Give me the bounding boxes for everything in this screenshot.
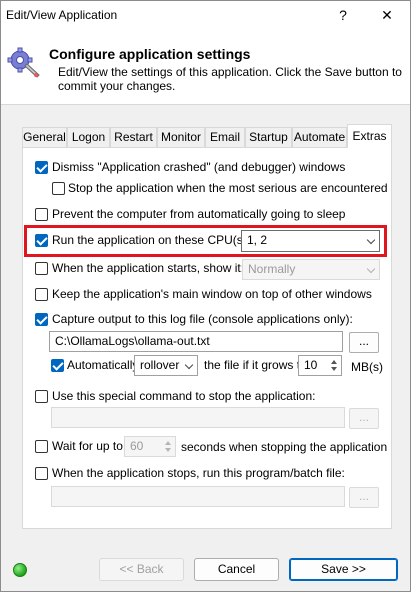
tab-monitor[interactable]: Monitor <box>157 127 205 147</box>
tab-email[interactable]: Email <box>205 127 245 147</box>
on-stop-program-browse-button[interactable]: ... <box>349 487 379 508</box>
stop-on-serious-checkbox[interactable] <box>52 182 65 195</box>
help-button[interactable]: ? <box>329 3 357 27</box>
wait-for-checkbox[interactable] <box>35 440 48 453</box>
show-on-start-checkbox[interactable] <box>35 262 48 275</box>
show-on-start-label: When the application starts, show it: <box>52 261 245 275</box>
wait-for-label: Wait for up to: <box>52 439 127 453</box>
dismiss-crashed-checkbox[interactable] <box>35 161 48 174</box>
window-title: Edit/View Application <box>6 8 118 22</box>
stop-command-label: Use this special command to stop the app… <box>52 389 316 403</box>
rotate-size-input[interactable]: 10 <box>298 355 342 376</box>
tab-automate[interactable]: Automate <box>292 127 347 147</box>
close-button[interactable]: ✕ <box>373 3 401 27</box>
stop-command-checkbox[interactable] <box>35 390 48 403</box>
header-description: Edit/View the settings of this applicati… <box>58 65 402 93</box>
run-on-cpus-label: Run the application on these CPU(s): <box>52 233 251 247</box>
spin-up-icon <box>165 441 171 445</box>
wait-seconds-spinner[interactable] <box>162 437 174 456</box>
log-file-browse-button[interactable]: ... <box>349 332 379 353</box>
wait-seconds-input[interactable]: 60 <box>124 436 176 457</box>
keep-on-top-checkbox[interactable] <box>35 288 48 301</box>
spin-down-icon <box>165 448 171 452</box>
run-on-cpus-checkbox[interactable] <box>35 234 48 247</box>
tab-startup[interactable]: Startup <box>245 127 292 147</box>
stop-command-input[interactable] <box>51 407 345 428</box>
auto-rotate-label: Automatically <box>67 358 139 372</box>
cpu-select-value: 1, 2 <box>247 233 268 247</box>
header: Configure application settings Edit/View… <box>1 31 410 105</box>
on-stop-run-checkbox[interactable] <box>35 467 48 480</box>
stop-on-serious-label: Stop the application when the most serio… <box>68 181 388 195</box>
status-indicator-icon <box>13 563 27 577</box>
header-title: Configure application settings <box>49 46 251 62</box>
on-stop-run-label: When the application stops, run this pro… <box>52 466 345 480</box>
gear-icon <box>7 47 40 78</box>
cpu-select[interactable]: 1, 2 <box>241 230 380 252</box>
wait-seconds-value: 60 <box>130 439 144 453</box>
rotate-unit-label: MB(s) <box>351 360 383 374</box>
show-state-value: Normally <box>248 262 296 276</box>
chevron-down-icon <box>366 235 376 245</box>
stop-command-browse-button[interactable]: ... <box>349 408 379 429</box>
rotate-size-label: the file if it grows to <box>204 358 307 372</box>
log-file-path-input[interactable]: C:\OllamaLogs\ollama-out.txt <box>49 331 343 352</box>
prevent-sleep-checkbox[interactable] <box>35 208 48 221</box>
auto-rotate-checkbox[interactable] <box>51 359 64 372</box>
spin-down-icon <box>331 367 337 371</box>
tab-extras[interactable]: Extras <box>347 124 392 148</box>
spin-up-icon <box>331 360 337 364</box>
tab-general[interactable]: General <box>22 127 67 147</box>
title-bar[interactable]: Edit/View Application ? ✕ <box>1 1 410 31</box>
chevron-down-icon <box>184 360 194 370</box>
rotate-mode-value: rollover <box>140 358 180 372</box>
rotate-mode-select[interactable]: rollover <box>134 355 198 376</box>
cancel-button[interactable]: Cancel <box>194 558 279 581</box>
prevent-sleep-label: Prevent the computer from automatically … <box>52 207 346 221</box>
back-button[interactable]: << Back <box>99 558 184 581</box>
show-state-select[interactable]: Normally <box>242 259 380 280</box>
capture-output-checkbox[interactable] <box>35 313 48 326</box>
edit-view-application-window: Edit/View Application ? ✕ Configure appl… <box>0 0 411 592</box>
tab-restart[interactable]: Restart <box>110 127 157 147</box>
capture-output-label: Capture output to this log file (console… <box>52 312 353 326</box>
dismiss-crashed-label: Dismiss "Application crashed" (and debug… <box>52 160 346 174</box>
save-button[interactable]: Save >> <box>289 558 398 581</box>
on-stop-program-input[interactable] <box>51 486 345 507</box>
log-file-path-value: C:\OllamaLogs\ollama-out.txt <box>55 334 210 348</box>
rotate-size-value: 10 <box>304 358 318 372</box>
keep-on-top-label: Keep the application's main window on to… <box>52 287 372 301</box>
chevron-down-icon <box>366 264 376 274</box>
rotate-size-spinner[interactable] <box>328 356 340 375</box>
tab-logon[interactable]: Logon <box>67 127 110 147</box>
wait-seconds-suffix: seconds when stopping the application <box>181 440 388 454</box>
